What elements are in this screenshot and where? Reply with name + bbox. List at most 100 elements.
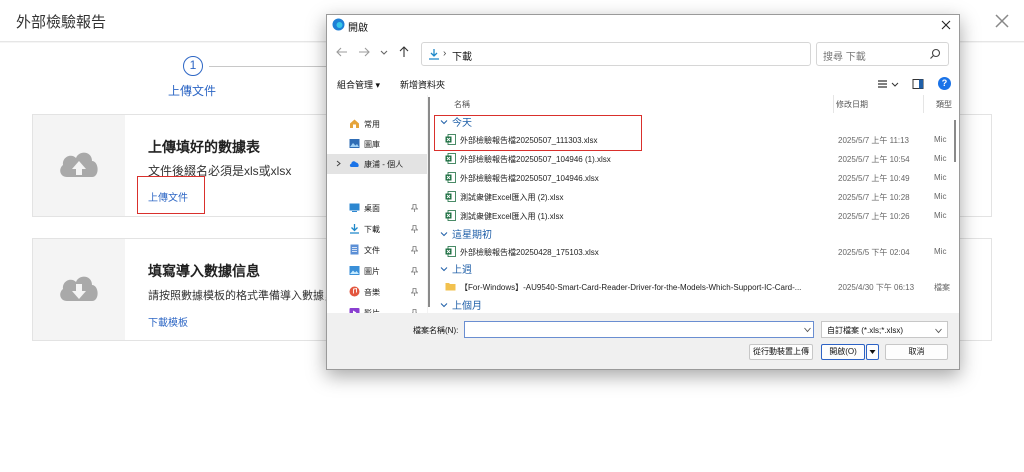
close-icon[interactable]	[939, 18, 953, 32]
nav-item-gallery[interactable]: 圖庫	[327, 134, 427, 154]
group-label: 上週	[452, 265, 472, 276]
cloud-download-icon	[60, 276, 98, 301]
picture-icon	[349, 266, 360, 275]
back-arrow-icon[interactable]	[335, 45, 349, 59]
group-header-early-this-week[interactable]: 這星期初	[440, 226, 492, 242]
up-arrow-icon[interactable]	[397, 45, 411, 59]
step-1-indicator: 1	[183, 56, 203, 76]
download-icon	[429, 49, 439, 60]
file-list: 名稱 修改日期 類型 今天 外部檢驗報告檔20250507_111303.xls…	[431, 95, 959, 313]
highlight-box	[434, 115, 642, 151]
nav-item-home[interactable]: 常用	[327, 114, 427, 134]
excel-file-icon	[445, 153, 456, 164]
file-type: 檔案	[934, 283, 950, 292]
file-row[interactable]: 測試衆健Excel匯入用 (1).xlsx 2025/5/7 上午 10:26 …	[431, 206, 959, 225]
cloud-upload-icon	[60, 152, 98, 177]
dialog-toolbar: 組合管理 ▾ 新增資料夾 ?	[327, 73, 959, 95]
column-header-date[interactable]: 修改日期	[836, 99, 868, 110]
open-options-button[interactable]	[866, 344, 879, 360]
file-row[interactable]: 外部檢驗報告檔20250507_104946 (1).xlsx 2025/5/7…	[431, 149, 959, 168]
pin-icon[interactable]	[411, 225, 418, 233]
chevron-down-icon	[440, 303, 448, 308]
close-icon[interactable]	[990, 9, 1014, 33]
scrollbar-thumb[interactable]	[954, 120, 956, 162]
upload-from-device-button[interactable]: 從行動裝置上傳	[749, 344, 813, 360]
chevron-down-icon[interactable]	[377, 45, 391, 59]
download-icon	[350, 224, 359, 234]
nav-item-desktop[interactable]: 桌面	[327, 198, 427, 218]
group-header-last-month[interactable]: 上個月	[440, 297, 482, 313]
preview-pane-icon[interactable]	[912, 78, 924, 90]
column-header-name[interactable]: 名稱	[454, 99, 470, 110]
nav-item-downloads[interactable]: 下載	[327, 219, 427, 239]
pin-icon[interactable]	[411, 204, 418, 212]
pin-icon[interactable]	[411, 246, 418, 254]
address-bar[interactable]: › 下載	[421, 42, 895, 66]
browser-icon	[332, 18, 345, 31]
group-header-last-week[interactable]: 上週	[440, 261, 472, 277]
file-type-filter[interactable]: 自訂檔案 (*.xls;*.xlsx)	[821, 321, 948, 338]
filename-input[interactable]	[464, 321, 814, 338]
nav-item-label: 圖庫	[364, 140, 380, 149]
chevron-down-icon	[440, 267, 448, 272]
pin-icon[interactable]	[411, 288, 418, 296]
step-1-label: 上傳文件	[168, 84, 217, 98]
file-date: 2025/5/7 上午 10:54	[838, 155, 910, 164]
file-row[interactable]: 測試衆健Excel匯入用 (2).xlsx 2025/5/7 上午 10:28 …	[431, 187, 959, 206]
nav-item-music[interactable]: 音樂	[327, 282, 427, 302]
group-label: 上個月	[452, 301, 482, 312]
gallery-icon	[349, 139, 360, 148]
file-date: 2025/5/7 上午 10:28	[838, 193, 910, 202]
nav-item-documents[interactable]: 文件	[327, 240, 427, 260]
home-icon	[350, 119, 359, 128]
file-row[interactable]: 外部檢驗報告檔20250507_104946.xlsx 2025/5/7 上午 …	[431, 168, 959, 187]
path-separator: ›	[443, 48, 447, 59]
column-divider[interactable]	[833, 95, 834, 113]
address-path[interactable]: 下載	[452, 48, 472, 63]
file-date: 2025/5/7 上午 10:26	[838, 212, 910, 221]
search-input[interactable]: 搜尋 下載	[816, 42, 949, 66]
nav-item-pictures[interactable]: 圖片	[327, 261, 427, 281]
view-options-icon[interactable]	[877, 78, 901, 90]
desktop-icon	[349, 203, 360, 212]
navigation-bar: › 下載 搜尋 下載	[327, 35, 959, 73]
nav-item-label: 康浦 - 個人	[364, 160, 404, 169]
card-icon-area	[33, 115, 125, 216]
search-icon[interactable]	[929, 48, 941, 60]
file-date: 2025/5/7 上午 10:49	[838, 174, 910, 183]
download-template-link[interactable]: 下載模板	[148, 314, 188, 329]
pin-icon[interactable]	[411, 267, 418, 275]
forward-arrow-icon[interactable]	[357, 45, 371, 59]
file-row[interactable]: 外部檢驗報告檔20250428_175103.xlsx 2025/5/5 下午 …	[431, 242, 959, 261]
cancel-button[interactable]: 取消	[885, 344, 948, 360]
scrollbar-thumb[interactable]	[428, 97, 430, 307]
file-type: Mic	[934, 154, 947, 163]
file-type: Mic	[934, 135, 947, 144]
file-name: 測試衆健Excel匯入用 (1).xlsx	[460, 212, 564, 221]
chevron-down-icon	[440, 232, 448, 237]
file-name: 外部檢驗報告檔20250507_104946 (1).xlsx	[460, 155, 611, 164]
column-header-type[interactable]: 類型	[936, 99, 952, 110]
excel-file-icon	[445, 210, 456, 221]
nav-item-label: 下載	[364, 225, 380, 234]
file-open-dialog: 開啟 › 下載 搜尋 下載 組合管理 ▾ 新增資料夾 ? 常用 圖庫 康浦 - …	[326, 14, 960, 370]
column-divider[interactable]	[923, 95, 924, 113]
chevron-down-icon[interactable]	[804, 327, 811, 333]
chevron-right-icon	[336, 160, 341, 167]
document-icon	[350, 244, 359, 255]
file-type: Mic	[934, 247, 947, 256]
help-icon[interactable]: ?	[938, 77, 951, 90]
page-title: 外部檢驗報告	[16, 14, 107, 31]
nav-item-label: 常用	[364, 120, 380, 129]
file-row[interactable]: 【For-Windows】-AU9540-Smart-Card-Reader-D…	[431, 277, 959, 296]
nav-item-label: 桌面	[364, 204, 380, 213]
nav-item-label: 音樂	[364, 288, 380, 297]
step-connector	[209, 66, 329, 67]
open-button[interactable]: 開啟(O)	[821, 344, 865, 360]
nav-item-onedrive[interactable]: 康浦 - 個人	[327, 154, 427, 174]
new-folder-button[interactable]: 新增資料夾	[400, 78, 445, 91]
file-type: Mic	[934, 192, 947, 201]
nav-item-label: 文件	[364, 246, 380, 255]
search-placeholder: 搜尋 下載	[823, 52, 866, 63]
organize-menu-button[interactable]: 組合管理 ▾	[337, 78, 380, 91]
